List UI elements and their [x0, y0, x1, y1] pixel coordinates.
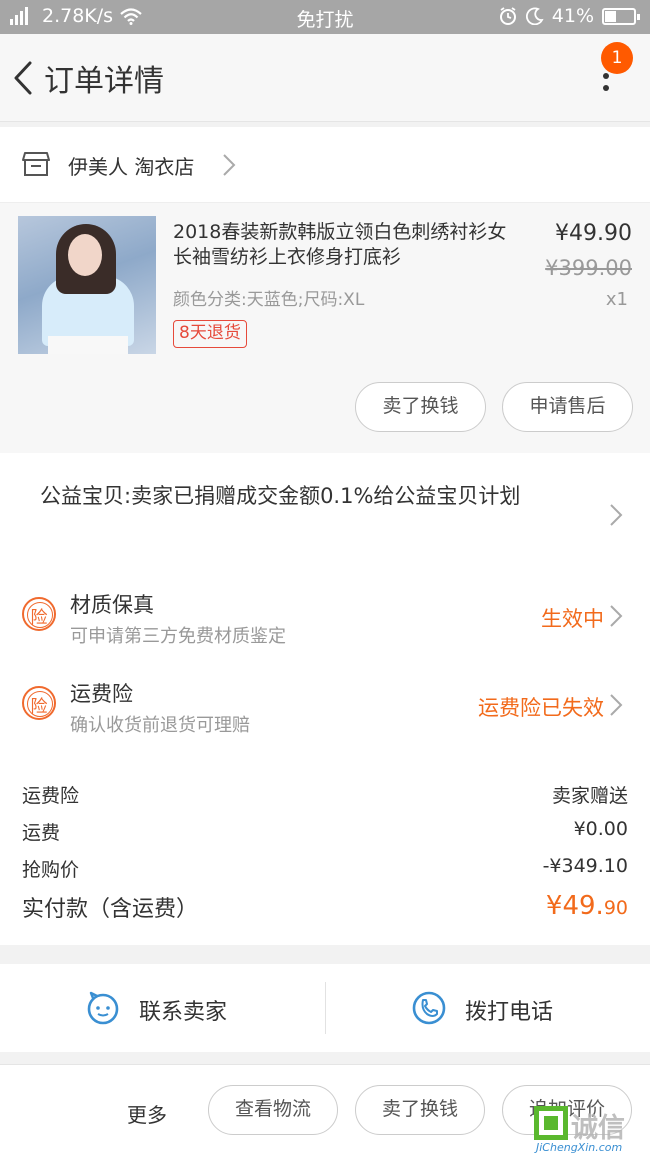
- cost-summary: 运费险 卖家赠送 运费 ¥0.00 抢购价 -¥349.10 实付款（含运费） …: [0, 761, 650, 945]
- product-original-price: ¥399.00: [545, 256, 632, 280]
- cost-label: 运费: [22, 822, 61, 844]
- store-icon: [22, 152, 50, 176]
- cost-value: 卖家赠送: [551, 785, 628, 807]
- after-sale-button[interactable]: 申请售后: [502, 382, 633, 432]
- battery-percent: 41%: [551, 5, 594, 27]
- status-right: 41%: [498, 5, 640, 27]
- battery-icon: [602, 7, 640, 25]
- watermark-site: JiChengXin.com: [536, 1141, 623, 1154]
- alarm-icon: [499, 7, 516, 25]
- insurance-section: 险 材质保真 可申请第三方免费材质鉴定 生效中 险 运费险 确认收货前退货可理赔…: [0, 561, 650, 761]
- divider: [325, 982, 326, 1034]
- chat-bubble-icon: [87, 991, 119, 1025]
- product-image-face: [68, 234, 102, 276]
- chevron-right-icon: [610, 694, 623, 716]
- phone-icon: [412, 991, 446, 1025]
- charity-row[interactable]: 公益宝贝:卖家已捐赠成交金额0.1%给公益宝贝计划: [0, 453, 650, 561]
- contact-bar: 联系卖家 拨打电话: [0, 964, 650, 1052]
- call-phone-label: 拨打电话: [465, 1000, 554, 1025]
- insurance-icon: 险: [22, 686, 56, 720]
- shop-row[interactable]: 伊美人 淘衣店: [0, 127, 650, 203]
- product-quantity: x1: [605, 289, 628, 310]
- shop-name: 伊美人 淘衣店: [68, 155, 195, 179]
- insurance-subtitle: 可申请第三方免费材质鉴定: [70, 626, 286, 647]
- chevron-right-icon: [610, 504, 623, 526]
- sell-for-cash-button[interactable]: 卖了换钱: [355, 1085, 485, 1135]
- chevron-right-icon: [610, 605, 623, 627]
- watermark-logo-icon: [534, 1106, 568, 1140]
- total-paid-value: ¥49.90: [546, 891, 628, 921]
- order-item: 2018春装新款韩版立领白色刺绣衬衫女长袖雪纺衫上衣修身打底衫 颜色分类:天蓝色…: [0, 203, 650, 453]
- total-paid-cents: 90: [603, 897, 628, 919]
- more-button[interactable]: 更多: [127, 1099, 167, 1128]
- status-bar: 2.78K/s 免打扰 41%: [0, 0, 650, 34]
- product-image[interactable]: [18, 216, 156, 354]
- cost-label: 运费险: [22, 785, 80, 807]
- return-policy-badge: 8天退货: [173, 320, 247, 348]
- chevron-right-icon: [223, 154, 236, 176]
- total-paid-label: 实付款（含运费）: [22, 897, 199, 922]
- cost-value: ¥0.00: [573, 818, 628, 840]
- sell-for-cash-button[interactable]: 卖了换钱: [355, 382, 486, 432]
- notification-badge: 1: [601, 42, 633, 74]
- insurance-status: 生效中: [541, 607, 604, 631]
- back-arrow-icon[interactable]: [10, 58, 36, 98]
- product-variant: 颜色分类:天蓝色;尺码:XL: [173, 290, 365, 310]
- nav-bar: 订单详情 1: [0, 34, 650, 122]
- total-paid-main: ¥49.: [545, 891, 604, 921]
- product-image-pants: [48, 336, 128, 354]
- product-price: ¥49.90: [555, 221, 632, 246]
- cost-label: 抢购价: [22, 859, 80, 881]
- product-title[interactable]: 2018春装新款韩版立领白色刺绣衬衫女长袖雪纺衫上衣修身打底衫: [173, 220, 511, 270]
- site-watermark: 诚信 JiChengXin.com: [532, 1103, 650, 1155]
- contact-seller-label: 联系卖家: [139, 1000, 228, 1025]
- page-title: 订单详情: [44, 64, 164, 99]
- insurance-subtitle: 确认收货前退货可理赔: [70, 715, 250, 736]
- insurance-icon: 险: [22, 597, 56, 631]
- insurance-title: 运费险: [70, 682, 133, 706]
- insurance-title: 材质保真: [70, 593, 154, 617]
- watermark-text: 诚信: [571, 1113, 625, 1144]
- charity-text: 公益宝贝:卖家已捐赠成交金额0.1%给公益宝贝计划: [40, 484, 521, 508]
- cost-value: -¥349.10: [542, 855, 628, 877]
- view-logistics-button[interactable]: 查看物流: [208, 1085, 338, 1135]
- insurance-status: 运费险已失效: [478, 696, 604, 720]
- moon-icon: [525, 7, 544, 25]
